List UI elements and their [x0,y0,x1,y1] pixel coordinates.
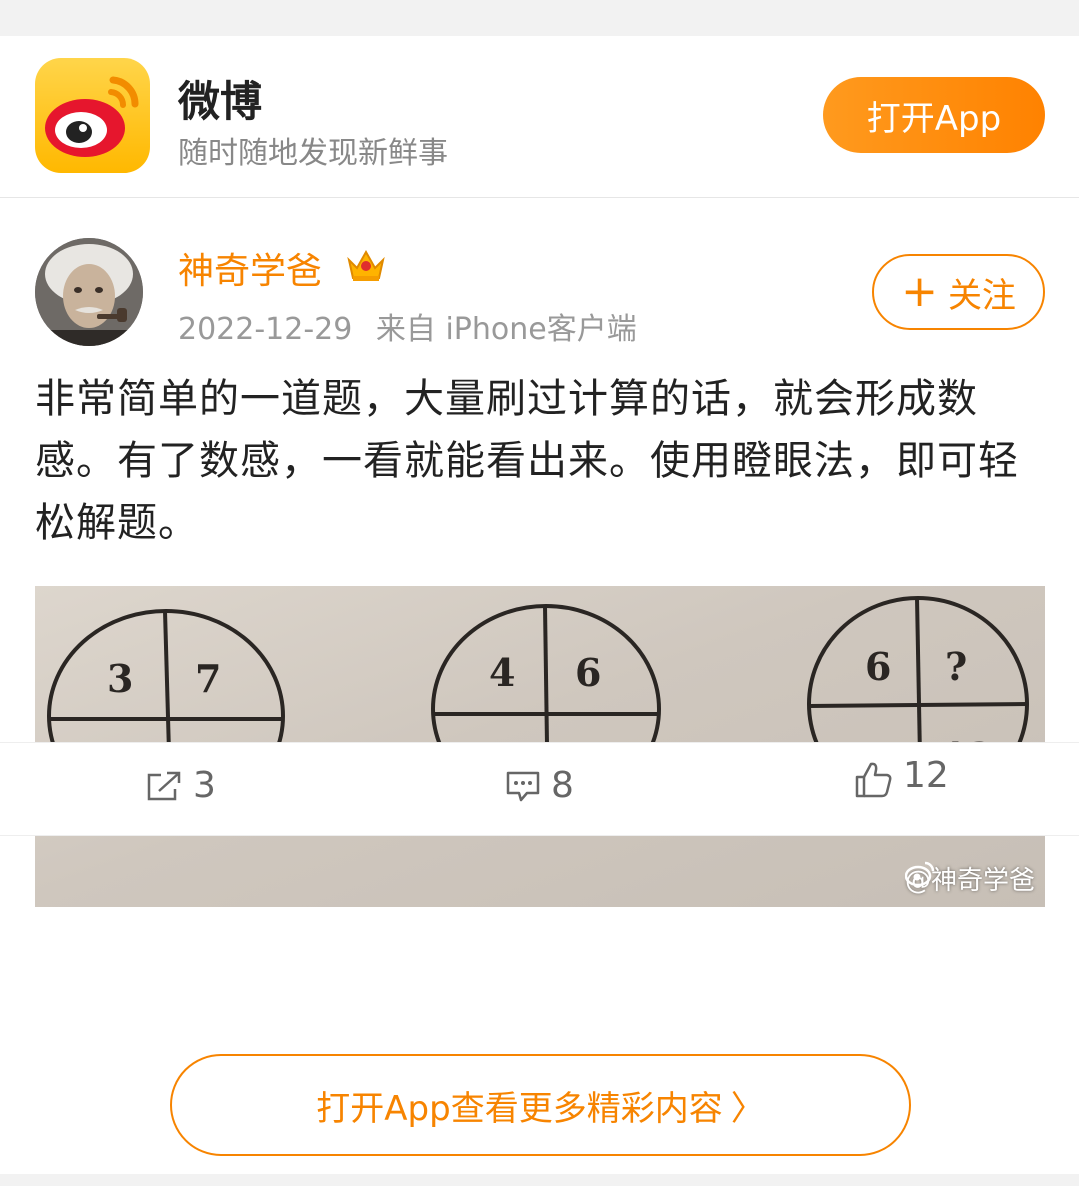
like-count: 12 [903,754,949,796]
top-strip [0,0,1079,36]
post-meta: 2022-12-29 来自 iPhone客户端 [178,304,637,348]
open-app-button[interactable]: 打开App [823,77,1045,153]
post-text: 非常简单的一道题，大量刷过计算的话，就会形成数感。有了数感，一看就能看出来。使用… [35,376,1019,546]
app-name: 微博 [178,77,263,126]
comment-button[interactable]: 8 [505,765,574,806]
avatar[interactable] [35,238,143,346]
username[interactable]: 神奇学爸 [178,242,322,294]
app-slogan: 随时随地发现新鲜事 [178,136,448,171]
chevron-right-icon: 〉 [730,1088,765,1129]
weibo-post: 神奇学爸 2022-12-29 来自 iPhone客户端 + 关注 非常简单的一… [0,198,1079,1036]
comment-icon [506,771,540,801]
puzzle-3-top-left: 6 [865,644,891,689]
post-date: 2022-12-29 [178,312,353,347]
plus-icon: + [901,266,938,317]
open-app-more-label: 打开App查看更多精彩内容 [316,1088,723,1129]
puzzle-1-top-left: 3 [107,656,133,701]
share-icon [147,771,181,800]
follow-button[interactable]: + 关注 [872,254,1045,330]
puzzle-2-top-left: 4 [489,650,515,695]
open-app-more-button[interactable]: 打开App查看更多精彩内容 〉 [170,1054,911,1156]
image-watermark: @神奇学爸 [904,860,1035,897]
like-button[interactable]: 12 [853,755,949,799]
app-download-banner: 微博 随时随地发现新鲜事 打开App [0,36,1079,198]
post-action-bar: 3 8 12 [0,742,1079,836]
thumbs-up-icon [855,762,892,798]
bottom-cta-area: 打开App查看更多精彩内容 〉 [0,1036,1079,1174]
puzzle-3-top-right: ? [945,644,967,689]
post-source: 来自 iPhone客户端 [375,312,637,347]
follow-label: 关注 [947,275,1016,316]
puzzle-2-top-right: 6 [575,650,601,695]
weibo-watermark-icon [904,861,935,886]
bottom-strip [0,1174,1079,1186]
weibo-logo-icon [35,58,150,173]
share-button[interactable]: 3 [145,765,216,806]
comment-count: 8 [551,765,574,806]
crown-badge-icon [345,246,387,284]
share-count: 3 [193,765,216,806]
puzzle-1-top-right: 7 [195,656,221,701]
